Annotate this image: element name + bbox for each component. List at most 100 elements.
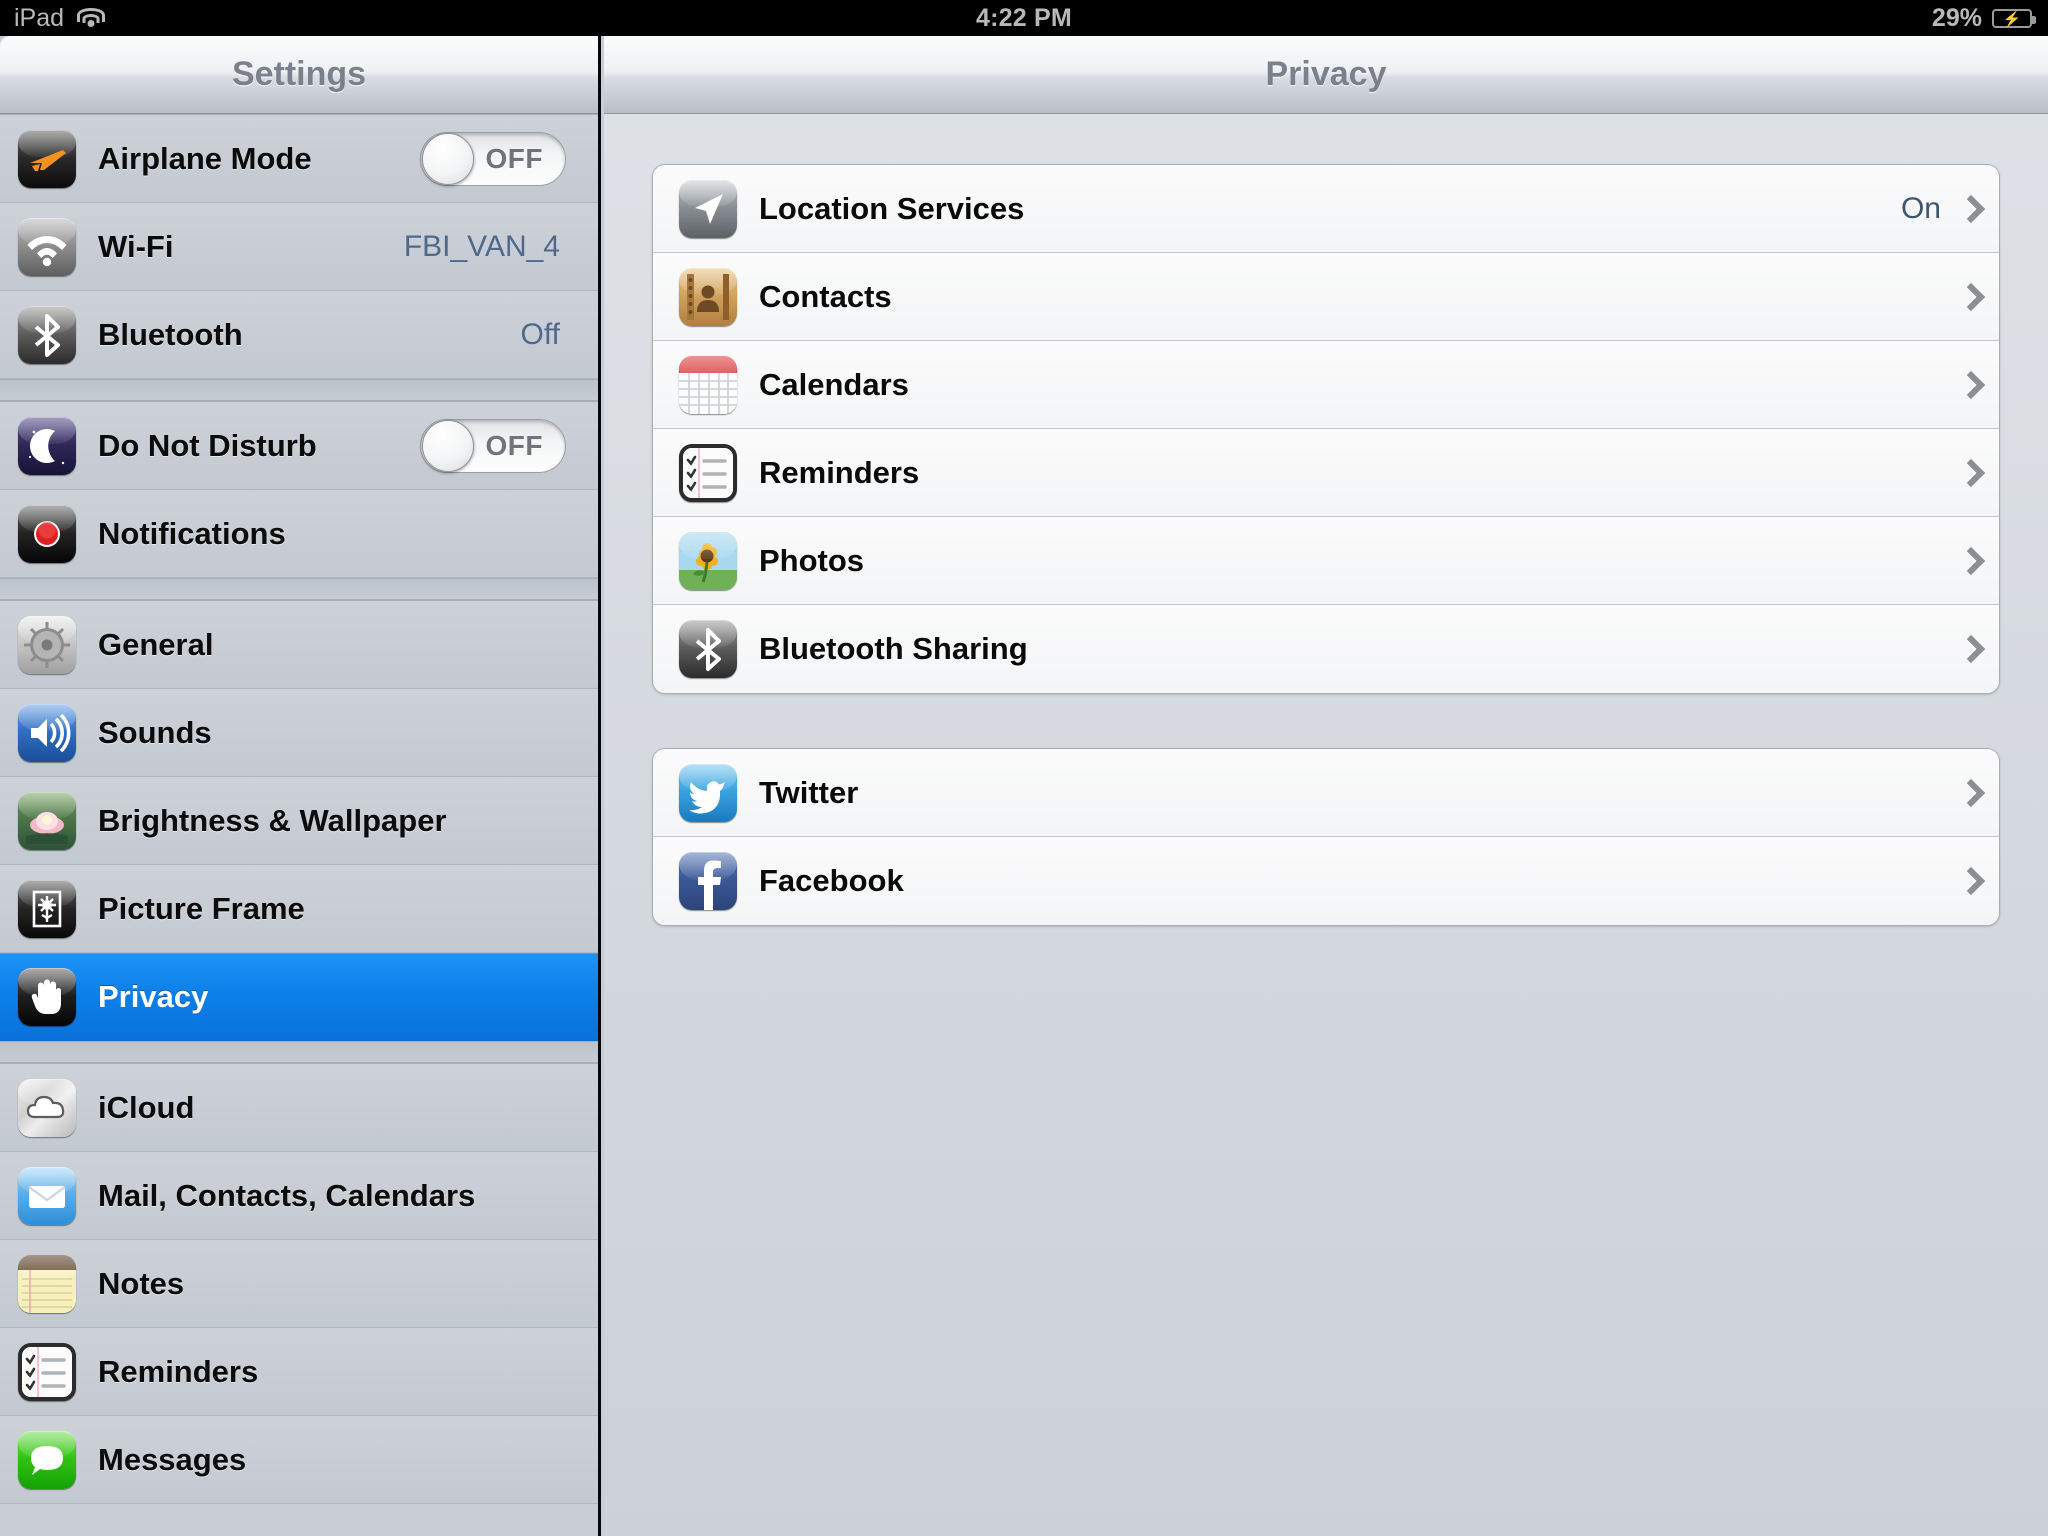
airplane-mode-toggle[interactable]: OFF: [420, 131, 566, 186]
sidebar-item-sounds[interactable]: Sounds: [0, 689, 598, 777]
clock: 4:22 PM: [976, 3, 1072, 32]
privacy-social-group: Twitter Facebook: [652, 748, 2000, 926]
sidebar-item-label: General: [98, 626, 214, 662]
sidebar-item-privacy[interactable]: Privacy: [0, 953, 598, 1041]
notes-icon: [18, 1254, 76, 1313]
privacy-row-location-services[interactable]: Location Services On: [653, 165, 1999, 253]
privacy-row-label: Facebook: [759, 863, 904, 898]
sidebar-item-label: Mail, Contacts, Calendars: [98, 1177, 476, 1213]
sidebar-group-connectivity: Airplane Mode OFF Wi-Fi FBI_VAN_4 Blueto…: [0, 114, 598, 379]
sidebar-item-label: Notes: [98, 1265, 185, 1301]
status-bar-left: iPad: [0, 4, 676, 33]
sidebar-item-wifi[interactable]: Wi-Fi FBI_VAN_4: [0, 203, 598, 291]
wifi-icon: [76, 7, 106, 29]
sidebar-group-apps: iCloud Mail, Contacts, Calendars Notes R…: [0, 1063, 598, 1504]
sidebar-item-general[interactable]: General: [0, 601, 598, 689]
sidebar-item-messages[interactable]: Messages: [0, 1416, 598, 1504]
sidebar-item-mail-contacts-calendars[interactable]: Mail, Contacts, Calendars: [0, 1152, 598, 1240]
privacy-row-label: Photos: [759, 542, 865, 578]
privacy-row-label: Twitter: [759, 774, 859, 810]
sidebar-navbar: Settings: [0, 36, 598, 114]
privacy-row-facebook[interactable]: Facebook: [653, 837, 1999, 925]
sidebar-item-notes[interactable]: Notes: [0, 1240, 598, 1328]
sidebar-item-label: Airplane Mode: [98, 140, 312, 176]
chevron-right-icon: [1961, 548, 1977, 574]
sidebar-item-label: Privacy: [98, 979, 209, 1014]
battery-percent: 29%: [1931, 3, 1982, 32]
privacy-permissions-group: Location Services On Contacts Calendars …: [652, 164, 2000, 694]
hand-icon: [18, 968, 76, 1026]
speaker-icon: [18, 703, 76, 762]
sidebar-item-do-not-disturb[interactable]: Do Not Disturb OFF: [0, 402, 598, 490]
toggle-label: OFF: [485, 429, 543, 461]
toggle-label: OFF: [485, 142, 543, 174]
privacy-row-label: Location Services: [759, 190, 1025, 226]
sidebar-item-label: Messages: [98, 1441, 247, 1477]
chevron-right-icon: [1961, 780, 1977, 806]
sidebar-group-divider: [0, 578, 598, 600]
toggle-knob[interactable]: [422, 132, 474, 185]
location-services-value: On: [1900, 191, 1941, 225]
privacy-row-bluetooth-sharing[interactable]: Bluetooth Sharing: [653, 605, 1999, 693]
sidebar-group-divider: [0, 379, 598, 401]
moon-icon: [18, 416, 76, 475]
sidebar-item-airplane-mode[interactable]: Airplane Mode OFF: [0, 115, 598, 203]
privacy-detail-pane: Privacy Location Services On Contacts Ca…: [604, 36, 2048, 1536]
privacy-row-label: Reminders: [759, 454, 920, 490]
sidebar-group-divider: [0, 1041, 598, 1063]
sidebar-item-brightness-wallpaper[interactable]: Brightness & Wallpaper: [0, 777, 598, 865]
bluetooth-icon: [18, 305, 76, 364]
chevron-right-icon: [1961, 460, 1977, 486]
calendar-icon: [679, 355, 737, 414]
cloud-icon: [18, 1078, 76, 1137]
do-not-disturb-toggle[interactable]: OFF: [420, 418, 566, 473]
sidebar-group-alerts: Do Not Disturb OFF Notifications: [0, 401, 598, 578]
status-bar: iPad 4:22 PM 29% ⚡: [0, 0, 2048, 36]
location-arrow-icon: [679, 179, 737, 238]
picture-frame-icon: [18, 879, 76, 938]
reminders-icon: [18, 1342, 76, 1401]
privacy-row-calendars[interactable]: Calendars: [653, 341, 1999, 429]
facebook-icon: [679, 852, 737, 910]
chevron-right-icon: [1961, 372, 1977, 398]
privacy-row-reminders[interactable]: Reminders: [653, 429, 1999, 517]
gear-icon: [18, 615, 76, 674]
page-title: Privacy: [1265, 55, 1387, 93]
chevron-right-icon: [1961, 284, 1977, 310]
privacy-row-contacts[interactable]: Contacts: [653, 253, 1999, 341]
privacy-row-label: Bluetooth Sharing: [759, 631, 1028, 666]
airplane-icon: [18, 129, 76, 188]
sidebar-item-label: iCloud: [98, 1089, 195, 1125]
battery-charging-icon: ⚡: [1991, 8, 2036, 28]
sidebar-title: Settings: [231, 55, 367, 93]
sidebar-item-notifications[interactable]: Notifications: [0, 490, 598, 578]
chevron-right-icon: [1961, 196, 1977, 222]
detail-navbar: Privacy: [604, 36, 2048, 114]
toggle-knob[interactable]: [422, 419, 474, 472]
sidebar-item-bluetooth[interactable]: Bluetooth Off: [0, 291, 598, 379]
twitter-icon: [679, 763, 737, 822]
ipad-settings-screen: iPad 4:22 PM 29% ⚡ Settings Airplane Mod…: [0, 0, 2048, 1536]
flower-wallpaper-icon: [18, 791, 76, 850]
settings-sidebar: Settings Airplane Mode OFF Wi-Fi FBI_VAN…: [0, 36, 601, 1536]
sidebar-item-icloud[interactable]: iCloud: [0, 1064, 598, 1152]
sidebar-item-label: Wi-Fi: [98, 228, 174, 264]
bluetooth-state-value: Off: [520, 317, 560, 351]
wifi-network-value: FBI_VAN_4: [403, 229, 560, 263]
sidebar-item-picture-frame[interactable]: Picture Frame: [0, 865, 598, 953]
sidebar-item-reminders[interactable]: Reminders: [0, 1328, 598, 1416]
sidebar-item-label: Sounds: [98, 714, 212, 750]
contacts-book-icon: [679, 267, 737, 326]
chevron-right-icon: [1961, 868, 1977, 894]
photos-sunflower-icon: [679, 531, 737, 590]
reminders-icon: [679, 443, 737, 502]
mail-icon: [18, 1166, 76, 1225]
privacy-row-photos[interactable]: Photos: [653, 517, 1999, 605]
privacy-row-twitter[interactable]: Twitter: [653, 749, 1999, 837]
status-bar-right: 29% ⚡: [1372, 4, 2048, 33]
chevron-right-icon: [1961, 636, 1977, 662]
privacy-row-label: Calendars: [759, 366, 909, 402]
privacy-row-label: Contacts: [759, 278, 892, 314]
notifications-icon: [18, 504, 76, 563]
sidebar-item-label: Brightness & Wallpaper: [98, 802, 447, 838]
